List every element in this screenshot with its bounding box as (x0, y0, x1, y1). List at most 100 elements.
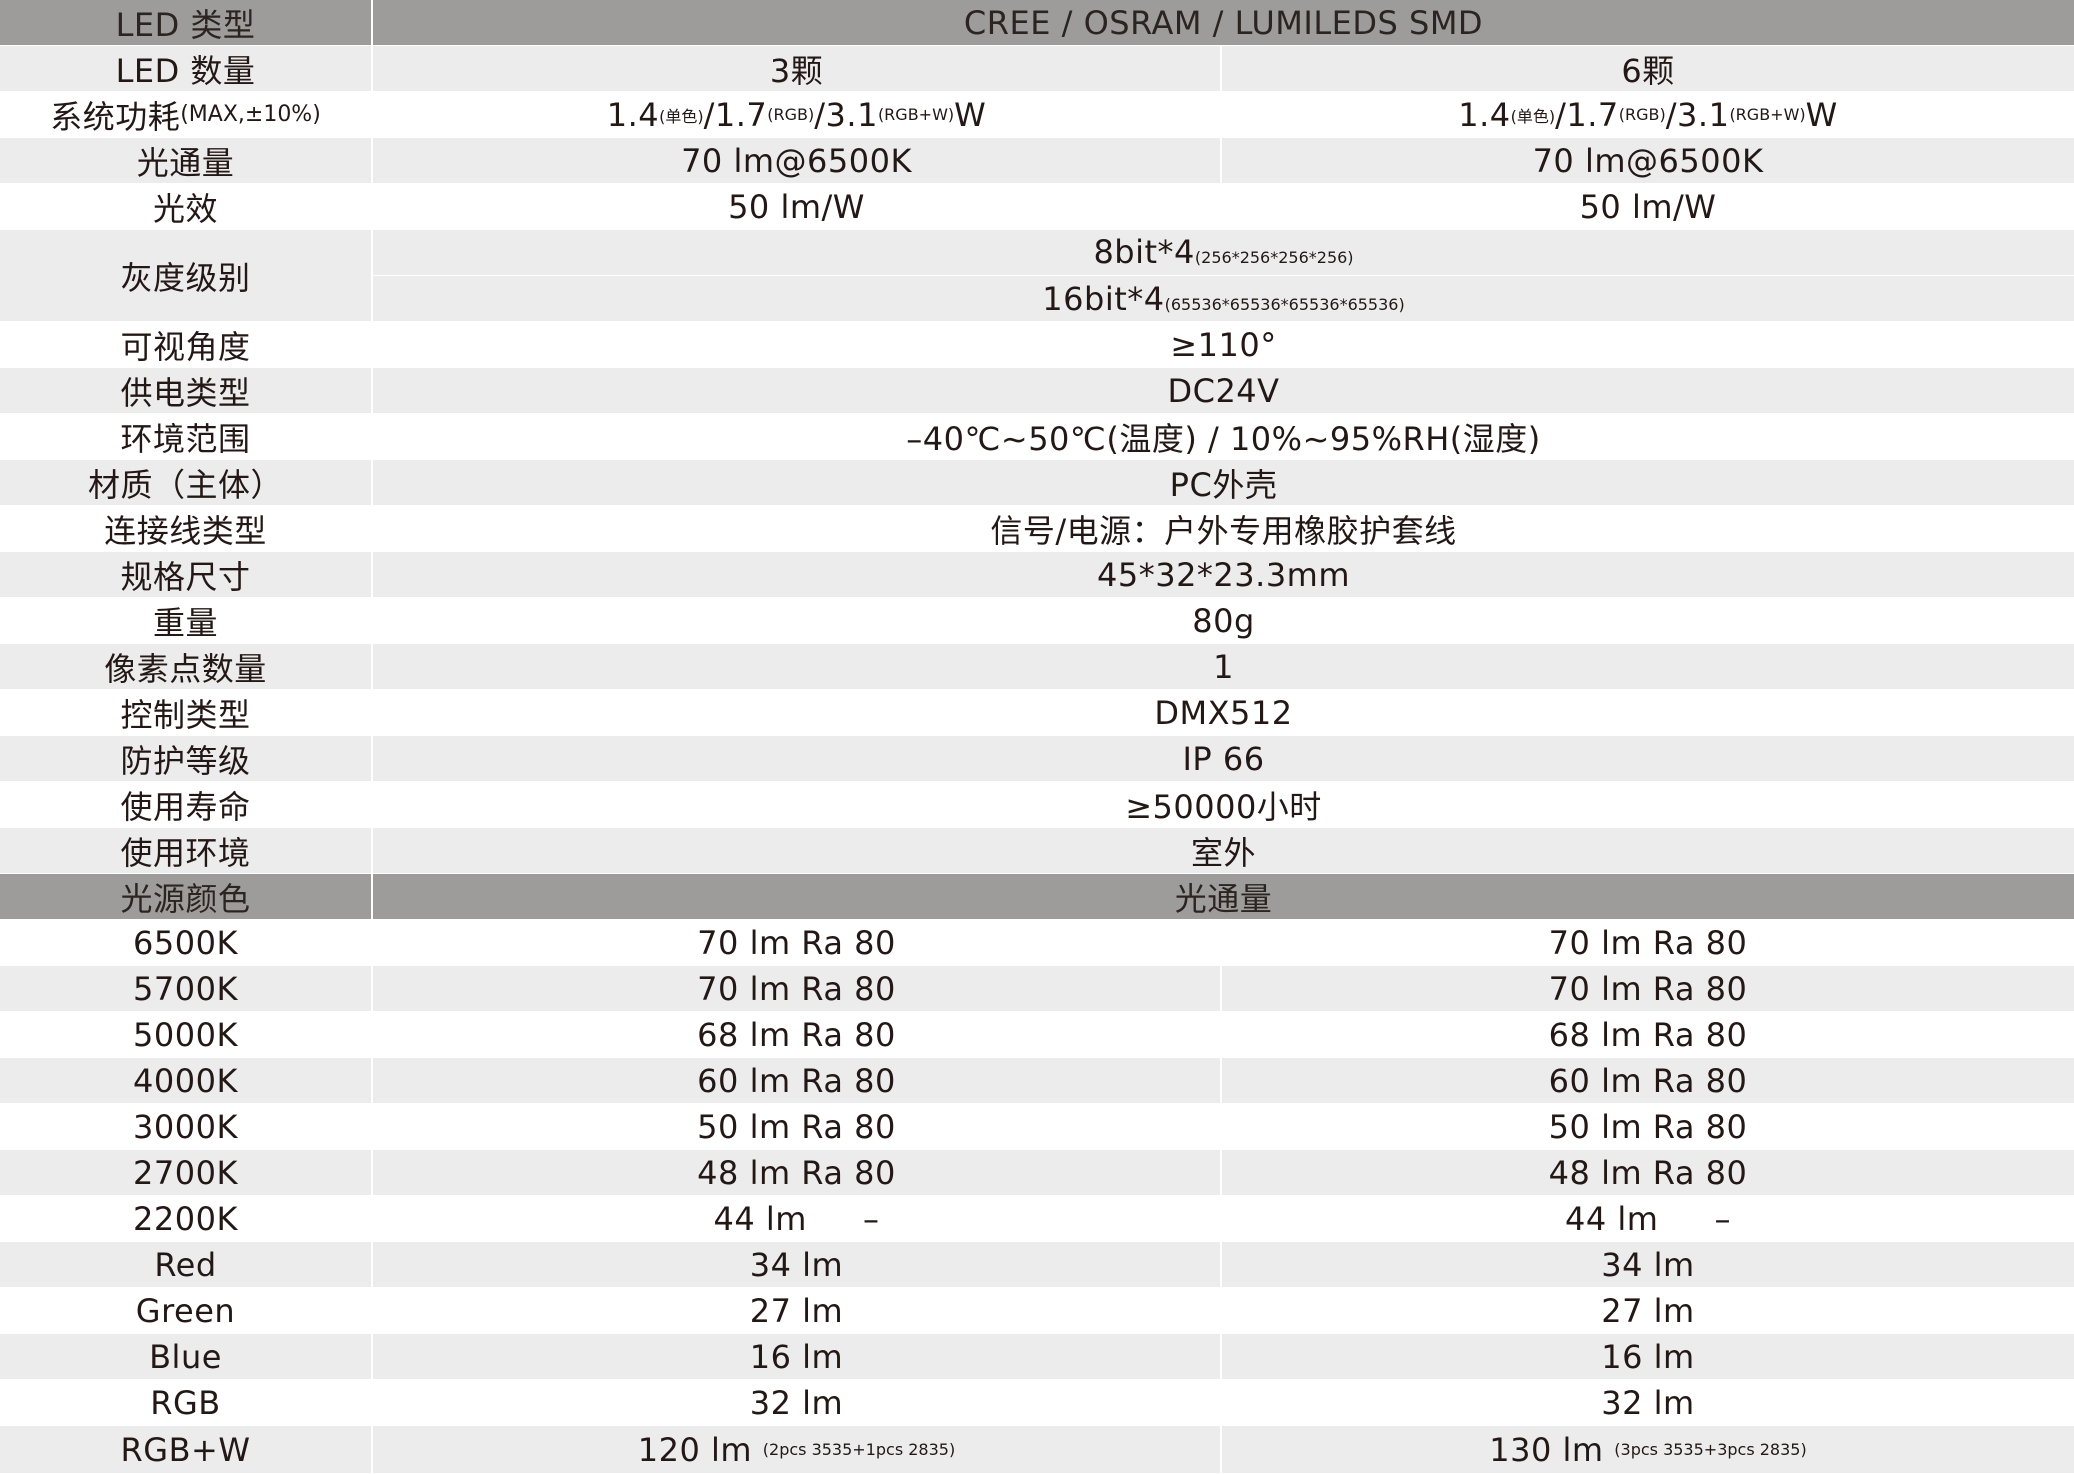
flux-value-6: 50 lm Ra 80 (1222, 1104, 2074, 1149)
flux-value-6: 60 lm Ra 80 (1222, 1058, 2074, 1103)
power-6-unit: W (1805, 95, 1838, 134)
spec-row: 像素点数量 1 (0, 644, 2074, 690)
flux-data-row: Green 27 lm 27 lm (0, 1288, 2074, 1334)
spec-label: 控制类型 (0, 690, 373, 735)
flux-table-header-row: 光源颜色 光通量 (0, 874, 2074, 920)
power-6-v3: /3.1 (1665, 95, 1730, 134)
source-color: 3000K (0, 1104, 373, 1149)
power-label-note: (MAX,±10%) (180, 102, 321, 127)
flux-value-6: 34 lm (1222, 1242, 2074, 1287)
flux-ra-3: – (862, 1199, 880, 1238)
flux-3: 70 lm@6500K (373, 138, 1222, 183)
flux-header: 光通量 (373, 874, 2074, 919)
spec-label: 环境范围 (0, 414, 373, 459)
led-count-3: 3颗 (373, 46, 1222, 91)
flux-data-row: Red 34 lm 34 lm (0, 1242, 2074, 1288)
flux-value-6: 130 lm (3pcs 3535+3pcs 2835) (1222, 1426, 2074, 1473)
flux-lm-3: 44 lm (713, 1199, 807, 1238)
source-color-header: 光源颜色 (0, 874, 373, 919)
flux-value-6: 48 lm Ra 80 (1222, 1150, 2074, 1195)
source-color: 6500K (0, 920, 373, 965)
grayscale-line-16bit: 16bit*4(65536*65536*65536*65536) (373, 276, 2074, 321)
grayscale-label: 灰度级别 (0, 230, 373, 321)
spec-label: 供电类型 (0, 368, 373, 413)
spec-label: 使用寿命 (0, 782, 373, 827)
flux-lm-6: 44 lm (1565, 1199, 1659, 1238)
flux-value-3: 32 lm (373, 1380, 1222, 1425)
led-count-6: 6颗 (1222, 46, 2074, 91)
led-count-row: LED 数量 3颗 6颗 (0, 46, 2074, 92)
flux-value-3: 44 lm – (373, 1196, 1222, 1241)
source-color: 5700K (0, 966, 373, 1011)
grayscale-row: 灰度级别 8bit*4(256*256*256*256) 16bit*4(655… (0, 230, 2074, 322)
flux-data-row: Blue 16 lm 16 lm (0, 1334, 2074, 1380)
source-color: Blue (0, 1334, 373, 1379)
spec-sheet: LED 类型 CREE / OSRAM / LUMILEDS SMD LED 数… (0, 0, 2074, 1474)
flux-value-3: 60 lm Ra 80 (373, 1058, 1222, 1103)
spec-value: 80g (373, 598, 2074, 643)
flux-data-row: 6500K 70 lm Ra 80 70 lm Ra 80 (0, 920, 2074, 966)
grayscale-16bit: 16bit*4 (1042, 280, 1165, 318)
power-3-s1: (单色) (659, 106, 704, 126)
flux-6: 70 lm@6500K (1222, 138, 2074, 183)
power-label-main: 系统功耗 (50, 97, 181, 136)
flux-row: 光通量 70 lm@6500K 70 lm@6500K (0, 138, 2074, 184)
power-3-s3: (RGB+W) (877, 105, 955, 124)
flux-data-row: 4000K 60 lm Ra 80 60 lm Ra 80 (0, 1058, 2074, 1104)
power-3-v3: /3.1 (814, 95, 878, 134)
spec-label: 重量 (0, 598, 373, 643)
source-color: 5000K (0, 1012, 373, 1057)
flux-value-3: 34 lm (373, 1242, 1222, 1287)
flux-data-row: 2200K 44 lm – 44 lm – (0, 1196, 2074, 1242)
grayscale-value: 8bit*4(256*256*256*256) 16bit*4(65536*65… (373, 230, 2074, 321)
source-color: Green (0, 1288, 373, 1333)
led-count-label: LED 数量 (0, 46, 373, 91)
spec-row: 连接线类型 信号/电源：户外专用橡胶护套线 (0, 506, 2074, 552)
flux-label: 光通量 (0, 138, 373, 183)
source-color: 4000K (0, 1058, 373, 1103)
flux-data-row: RGB+W 120 lm (2pcs 3535+1pcs 2835) 130 l… (0, 1426, 2074, 1474)
led-type-label: LED 类型 (0, 0, 373, 45)
spec-row: 重量 80g (0, 598, 2074, 644)
flux-value-3: 16 lm (373, 1334, 1222, 1379)
grayscale-16bit-note: (65536*65536*65536*65536) (1164, 295, 1405, 314)
flux-value-3: 70 lm Ra 80 (373, 920, 1222, 965)
flux-note-6: (3pcs 3535+3pcs 2835) (1614, 1440, 1807, 1459)
power-3: 1.4 (单色)/1.7 (RGB)/3.1 (RGB+W) W (373, 92, 1222, 137)
led-type-header-row: LED 类型 CREE / OSRAM / LUMILEDS SMD (0, 0, 2074, 46)
led-type-value: CREE / OSRAM / LUMILEDS SMD (373, 0, 2074, 45)
flux-value-6: 44 lm – (1222, 1196, 2074, 1241)
source-color: RGB+W (0, 1426, 373, 1473)
spec-row: 控制类型 DMX512 (0, 690, 2074, 736)
grayscale-8bit-note: (256*256*256*256) (1194, 248, 1354, 267)
flux-lm-6: 130 lm (1489, 1430, 1604, 1469)
grayscale-line-8bit: 8bit*4(256*256*256*256) (373, 230, 2074, 276)
spec-value: 信号/电源：户外专用橡胶护套线 (373, 506, 2074, 551)
spec-value: ≥110° (373, 322, 2074, 367)
flux-data-row: 2700K 48 lm Ra 80 48 lm Ra 80 (0, 1150, 2074, 1196)
flux-value-3: 48 lm Ra 80 (373, 1150, 1222, 1195)
power-6-s2: (RGB) (1618, 105, 1666, 124)
flux-lm-3: 120 lm (637, 1430, 753, 1469)
power-3-s2: (RGB) (767, 105, 815, 124)
spec-row: 可视角度 ≥110° (0, 322, 2074, 368)
efficacy-label: 光效 (0, 184, 373, 229)
spec-row: 使用寿命 ≥50000小时 (0, 782, 2074, 828)
efficacy-row: 光效 50 lm/W 50 lm/W (0, 184, 2074, 230)
spec-value: IP 66 (373, 736, 2074, 781)
power-6-v2: /1.7 (1555, 95, 1619, 134)
spec-row: 使用环境 室外 (0, 828, 2074, 874)
spec-label: 使用环境 (0, 828, 373, 873)
flux-data-row: 5700K 70 lm Ra 80 70 lm Ra 80 (0, 966, 2074, 1012)
flux-value-3: 50 lm Ra 80 (373, 1104, 1222, 1149)
flux-value-6: 32 lm (1222, 1380, 2074, 1425)
flux-value-3: 68 lm Ra 80 (373, 1012, 1222, 1057)
spec-value: PC外壳 (373, 460, 2074, 505)
flux-value-6: 68 lm Ra 80 (1222, 1012, 2074, 1057)
power-6-s3: (RGB+W) (1729, 105, 1806, 124)
spec-label: 规格尺寸 (0, 552, 373, 597)
efficacy-6: 50 lm/W (1222, 184, 2074, 229)
grayscale-8bit: 8bit*4 (1093, 233, 1195, 271)
spec-label: 连接线类型 (0, 506, 373, 551)
flux-value-3: 27 lm (373, 1288, 1222, 1333)
